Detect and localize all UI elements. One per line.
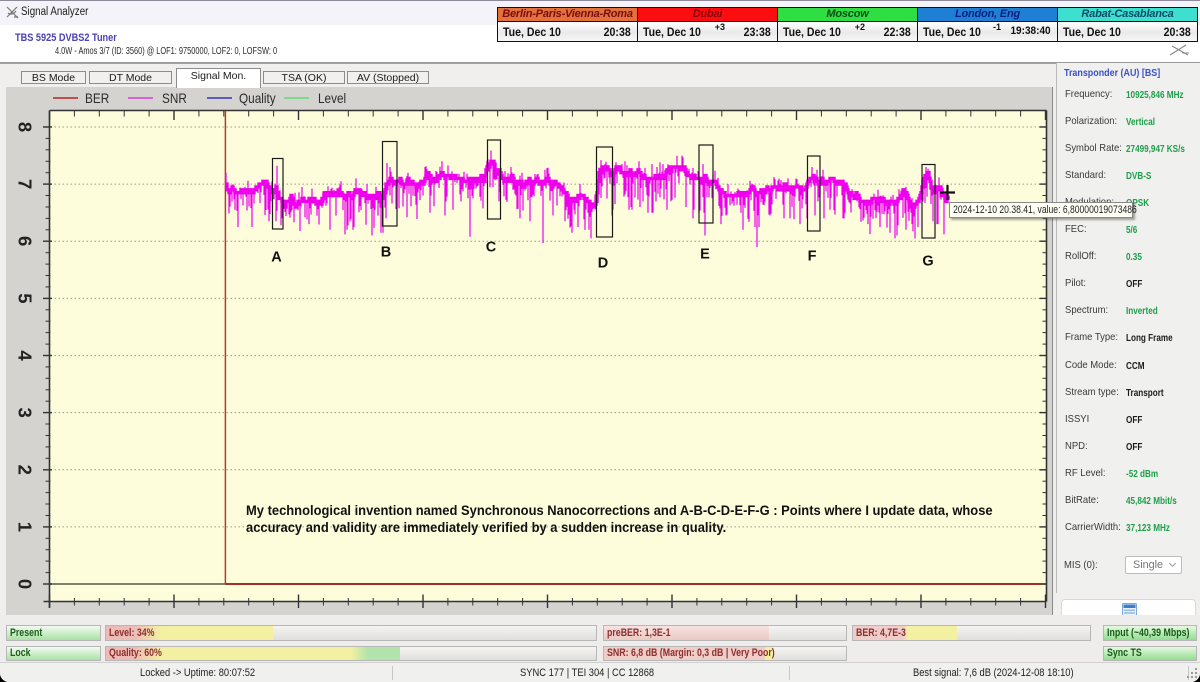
svg-text:4: 4: [15, 350, 36, 361]
svg-text:6: 6: [15, 236, 36, 246]
svg-text:C: C: [486, 240, 497, 256]
svg-text:G: G: [922, 254, 933, 270]
svg-text:8: 8: [15, 122, 36, 132]
svg-text:B: B: [381, 245, 391, 261]
svg-text:0: 0: [15, 579, 36, 589]
svg-text:1: 1: [15, 522, 36, 532]
svg-text:E: E: [700, 247, 710, 263]
svg-text:7: 7: [15, 179, 36, 189]
svg-text:3: 3: [15, 407, 36, 417]
svg-text:D: D: [598, 256, 608, 272]
svg-text:A: A: [271, 250, 282, 266]
svg-text:2: 2: [15, 465, 36, 475]
svg-text:5: 5: [15, 293, 36, 303]
svg-text:F: F: [808, 249, 817, 265]
